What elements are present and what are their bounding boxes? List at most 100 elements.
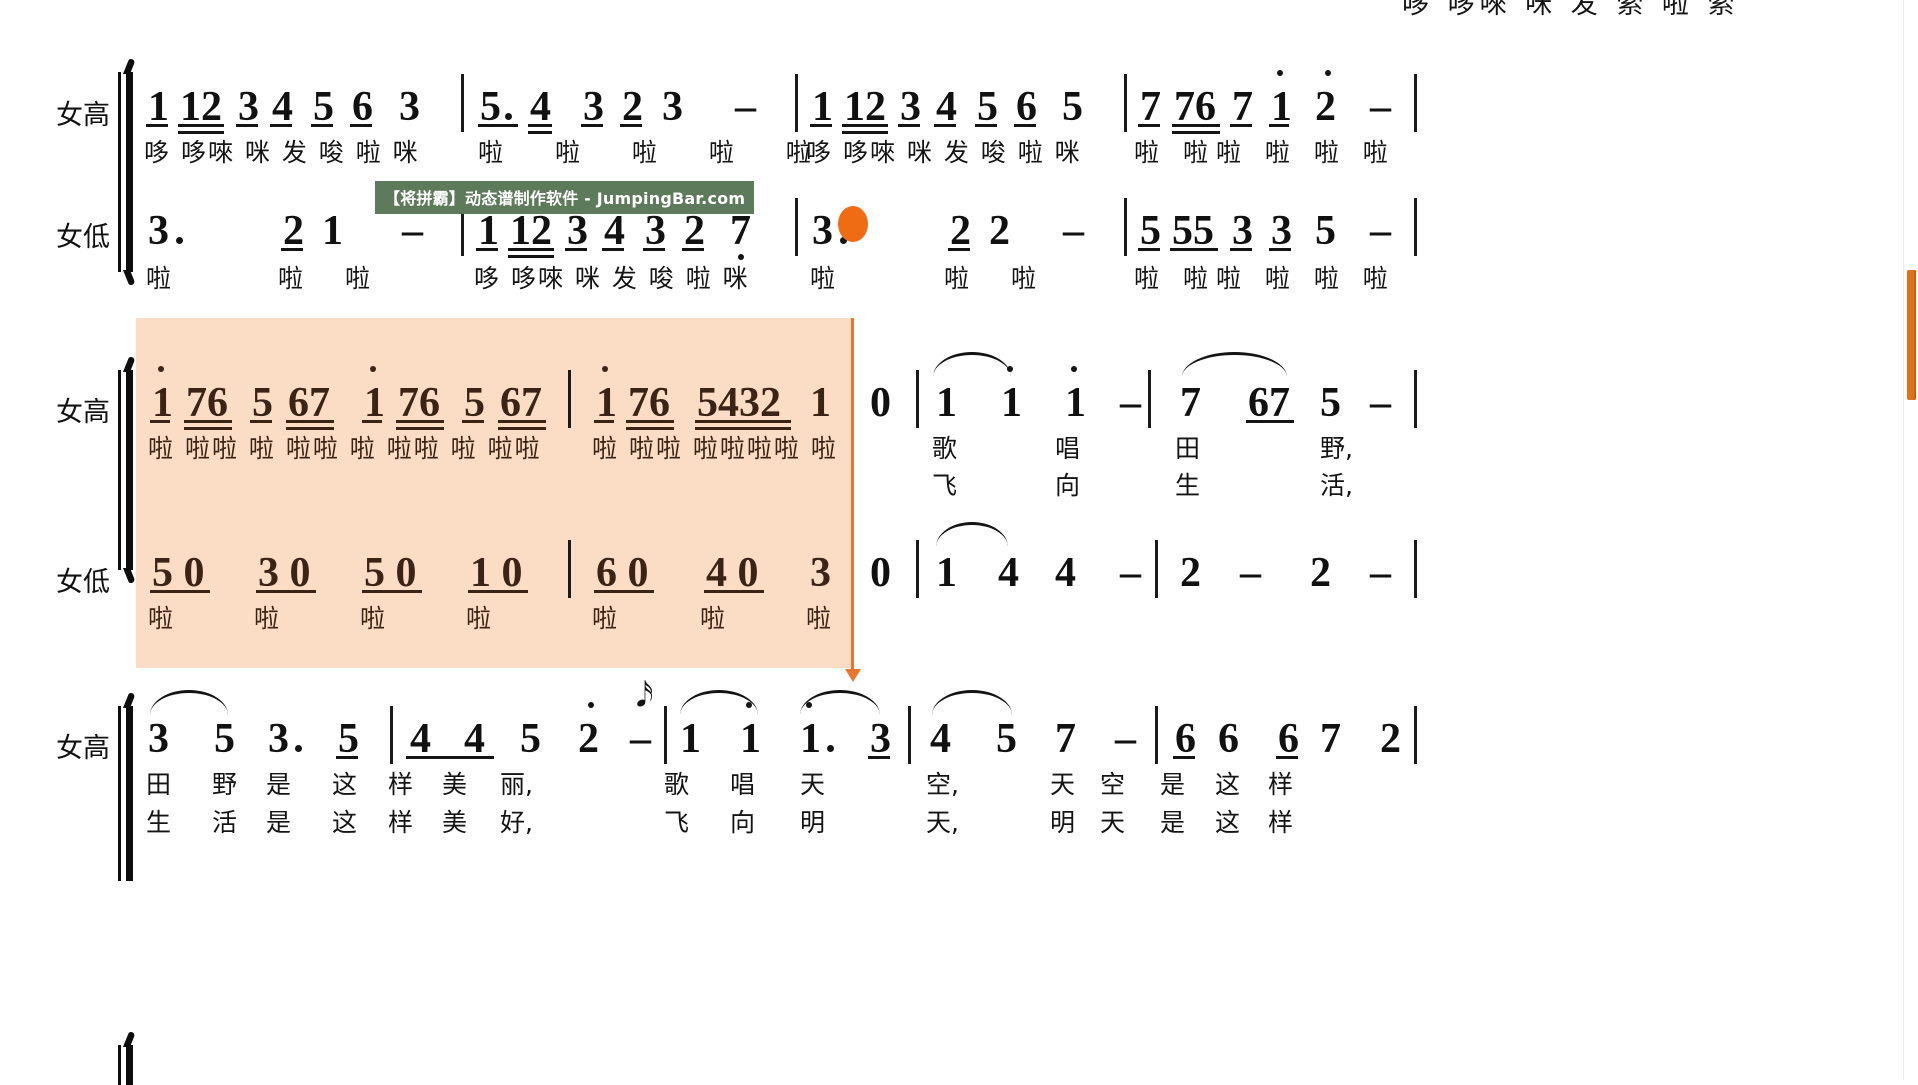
lyric-line-verse2: 天 bbox=[1100, 808, 1126, 837]
note-group: 12 bbox=[844, 84, 886, 130]
note-group: 2 bbox=[1310, 550, 1331, 596]
barline bbox=[664, 706, 667, 764]
note-group: 6 bbox=[1278, 716, 1299, 762]
note-group: 7 bbox=[1232, 84, 1253, 130]
note-group: 3 bbox=[1271, 208, 1292, 254]
note-group: 4 bbox=[1055, 550, 1076, 596]
lyric-line-verse1: 空 bbox=[1100, 770, 1126, 799]
sheet-music-canvas[interactable]: 哆 哆唻 咪 发 索 啦 索 女高 1 12 3 4 5 6 3 哆 哆唻 咪 … bbox=[0, 0, 1918, 1085]
slur bbox=[932, 690, 1012, 715]
lyric-line-verse1: 美 bbox=[442, 770, 468, 799]
lyric-line-verse2: 明 bbox=[1050, 808, 1076, 837]
note-group: 7 bbox=[1055, 716, 1076, 762]
note-group: 1 bbox=[148, 84, 169, 130]
note-group: 1 bbox=[1065, 380, 1086, 426]
barline bbox=[1148, 370, 1151, 428]
lyric-line-verse2: 天, bbox=[926, 808, 959, 837]
barline bbox=[1124, 198, 1127, 256]
note-group: 1 bbox=[322, 208, 343, 254]
lyric-line-verse2: 这 bbox=[1215, 808, 1241, 837]
note-group: 1 bbox=[364, 380, 385, 426]
note-group: 2 bbox=[1315, 84, 1336, 130]
note-group: 2 bbox=[989, 208, 1010, 254]
playhead-indicator[interactable] bbox=[838, 206, 868, 242]
note-group: 2 bbox=[950, 208, 971, 254]
note-group: 67 bbox=[500, 380, 542, 426]
lyric-line-verse2: 样 bbox=[1268, 808, 1294, 837]
note-group: 6 bbox=[1016, 84, 1037, 130]
lyric-line-verse2: 明 bbox=[800, 808, 826, 837]
barline bbox=[390, 706, 393, 764]
slur bbox=[1182, 352, 1287, 377]
note-group: 4 bbox=[604, 208, 625, 254]
note-rest-dash: – bbox=[1370, 380, 1391, 426]
note-group: 5 bbox=[520, 716, 541, 762]
note-group: 3 bbox=[900, 84, 921, 130]
note-group: 5 bbox=[1062, 84, 1083, 130]
lyric-line-verse2: 样 bbox=[388, 808, 414, 837]
note-group: 1 bbox=[810, 380, 831, 426]
note-group: 7 bbox=[730, 208, 751, 254]
lyric-line-verse1: 是 bbox=[266, 770, 292, 799]
note-group: 1 bbox=[936, 550, 957, 596]
playback-highlight-region bbox=[136, 318, 852, 668]
note-rest-dash: – bbox=[1370, 208, 1391, 254]
lyric-line-verse2: 是 bbox=[266, 808, 292, 837]
lyric-line-verse2: 活 bbox=[212, 808, 238, 837]
lyric-line-verse2: 生 bbox=[1175, 471, 1201, 500]
note-group: 3 bbox=[870, 716, 891, 762]
lyric-line: 啦 bbox=[700, 604, 726, 633]
note-group: 76 bbox=[186, 380, 228, 426]
slur bbox=[933, 352, 1011, 377]
note-group: 67 bbox=[1248, 380, 1290, 426]
note-group: 2 bbox=[1380, 716, 1401, 762]
lyric-line-verse2: 美 bbox=[442, 808, 468, 837]
note-group: 67 bbox=[288, 380, 330, 426]
barline bbox=[1414, 706, 1417, 764]
note-group: 6 bbox=[1218, 716, 1239, 762]
barline bbox=[1124, 74, 1127, 132]
note-group: 7 bbox=[1320, 716, 1341, 762]
lyric-line-verse2: 好, bbox=[500, 808, 533, 837]
note-group: 3 bbox=[148, 716, 169, 762]
partial-top-lyrics: 哆 哆唻 咪 发 索 啦 索 bbox=[1402, 0, 1740, 20]
note-group: 5 bbox=[1315, 208, 1336, 254]
lyric-line-verse1: 是 bbox=[1160, 770, 1186, 799]
note-group: 5 bbox=[996, 716, 1017, 762]
lyric-line: 啦 bbox=[146, 264, 172, 293]
barline bbox=[916, 540, 919, 598]
note-group: 1 bbox=[800, 716, 821, 762]
lyric-line: 啦 啦 bbox=[278, 264, 387, 293]
lyric-line: 啦 bbox=[592, 604, 618, 633]
lyric-line-verse1: 唱 bbox=[730, 770, 756, 799]
note-rest-dash: – bbox=[1120, 380, 1141, 426]
note-rest-dash: – bbox=[402, 208, 423, 254]
note-group: 3 bbox=[148, 208, 169, 254]
lyric-line: 啦 啦啦 啦 啦 啦 bbox=[1134, 138, 1396, 167]
note-rest-dash: – bbox=[1115, 716, 1136, 762]
lyric-line-verse1: 天 bbox=[1050, 770, 1076, 799]
note-rest-dash: – bbox=[1120, 550, 1141, 596]
lyric-line: 啦 bbox=[466, 604, 492, 633]
vertical-scrollbar-thumb[interactable] bbox=[1907, 270, 1916, 400]
note-group: 2 bbox=[578, 716, 599, 762]
note-group: 5432 bbox=[697, 380, 781, 426]
vertical-scrollbar-track[interactable] bbox=[1903, 0, 1918, 1080]
lyric-line: 啦 bbox=[810, 264, 836, 293]
note-group: 5 bbox=[464, 380, 485, 426]
note-group: 6 bbox=[352, 84, 373, 130]
slur bbox=[150, 690, 228, 715]
note-group: 2 bbox=[622, 84, 643, 130]
lyric-line: 啦 bbox=[806, 604, 832, 633]
playback-cursor-line bbox=[851, 318, 854, 673]
note-group: 5 0 bbox=[364, 550, 417, 596]
note-group: 4 bbox=[272, 84, 293, 130]
note-group: 1 bbox=[1271, 84, 1292, 130]
note-group: 1 bbox=[936, 380, 957, 426]
note-group: 4 bbox=[936, 84, 957, 130]
note-rest-dash: – bbox=[630, 716, 651, 762]
lyric-line: 哆 哆唻 咪 发 唆 啦 咪 bbox=[474, 264, 750, 293]
note-group: 5 bbox=[214, 716, 235, 762]
lyric-line-verse1: 歌 bbox=[932, 434, 958, 463]
lyric-line-verse1: 这 bbox=[1215, 770, 1241, 799]
